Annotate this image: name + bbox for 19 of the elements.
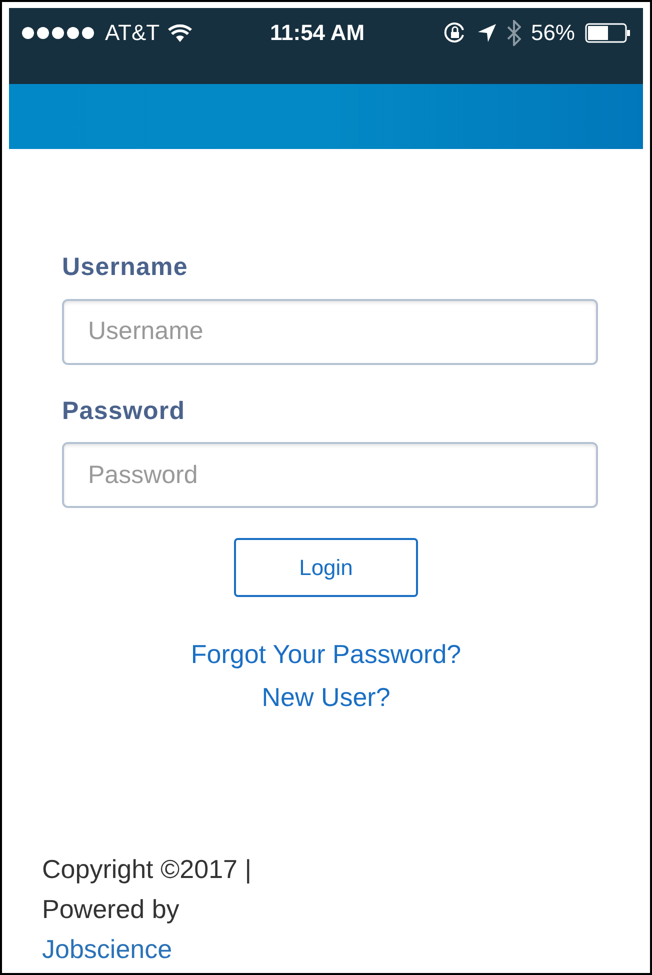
copyright-text: Copyright ©2017 | [42, 853, 252, 886]
input-field[interactable]: Username [62, 298, 598, 364]
field-label: Username [62, 252, 189, 283]
field-label: Password [62, 396, 186, 426]
text-link[interactable]: Forgot Your Password? [190, 635, 462, 674]
text-link[interactable]: New User? [262, 678, 390, 717]
powered-by-text: Powered by [42, 893, 180, 926]
input-field[interactable]: Password [62, 442, 598, 508]
wifi-icon [168, 24, 192, 42]
location-arrow-icon [476, 22, 497, 42]
signal-icon [21, 26, 97, 40]
rotation-lock-icon [442, 20, 467, 44]
battery-icon [585, 22, 631, 42]
login-button[interactable]: Login [234, 538, 418, 597]
bluetooth-icon [506, 20, 521, 46]
carrier-name: AT&T [105, 19, 160, 47]
footer-link[interactable]: Jobscience [42, 929, 172, 969]
clock-time: 11:54 AM [270, 19, 365, 47]
battery-percentage: 56% [530, 19, 575, 47]
